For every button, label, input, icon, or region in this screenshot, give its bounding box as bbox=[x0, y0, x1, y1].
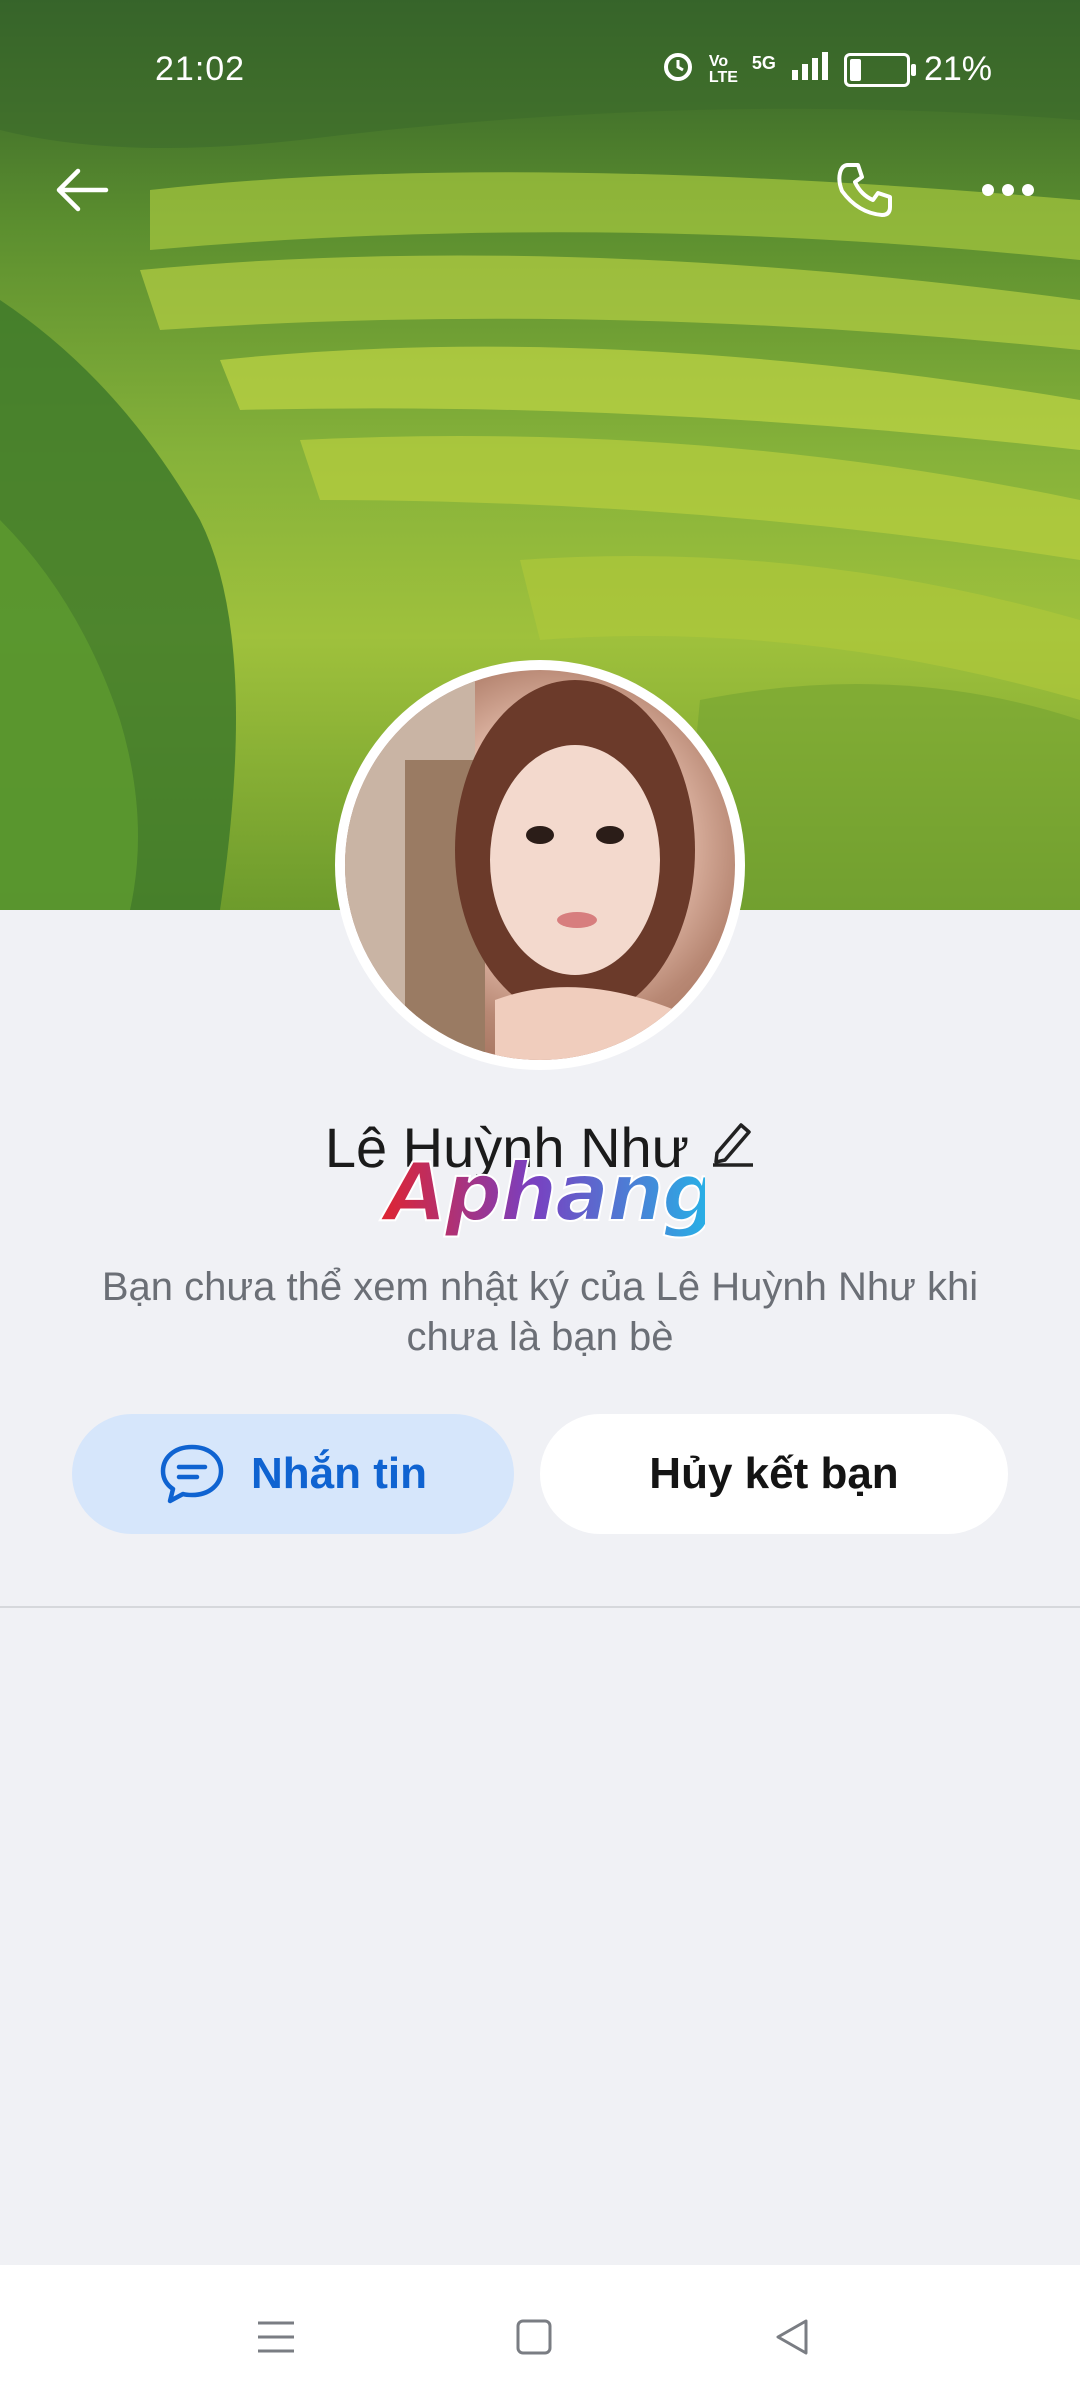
chat-bubble-icon bbox=[160, 1444, 224, 1504]
triangle-back-icon bbox=[776, 2319, 808, 2355]
avatar-frame[interactable] bbox=[335, 660, 745, 1070]
message-button-label: Nhắn tin bbox=[251, 1449, 427, 1498]
status-time: 21:02 bbox=[155, 50, 246, 88]
status-bar: 21:02 Vo LTE 5G 21% bbox=[0, 0, 1080, 140]
status-icons: Vo LTE 5G 21% bbox=[661, 48, 992, 91]
watermark-logo: Aphang bbox=[375, 1145, 720, 1248]
unfriend-button[interactable]: Hủy kết bạn bbox=[540, 1414, 1008, 1534]
menu-lines-icon bbox=[258, 2321, 294, 2353]
unfriend-button-label: Hủy kết bạn bbox=[649, 1449, 899, 1498]
battery-icon bbox=[843, 52, 916, 87]
volte-icon: Vo LTE bbox=[708, 52, 738, 86]
edit-alias-button[interactable] bbox=[711, 1115, 755, 1180]
privacy-notice: Bạn chưa thể xem nhật ký của Lê Huỳnh Nh… bbox=[101, 1265, 979, 1359]
signal-icon bbox=[790, 50, 830, 89]
back-button[interactable] bbox=[42, 150, 122, 230]
more-horizontal-icon bbox=[982, 184, 1034, 196]
phone-icon bbox=[837, 163, 892, 217]
system-navigation-bar bbox=[0, 2265, 1080, 2400]
avatar bbox=[345, 670, 735, 1060]
square-icon bbox=[516, 2319, 552, 2355]
avatar-photo bbox=[345, 670, 695, 1060]
arrow-left-icon bbox=[56, 168, 109, 212]
section-divider bbox=[0, 1606, 1080, 1608]
recent-apps-button[interactable] bbox=[246, 2307, 306, 2367]
alarm-icon bbox=[661, 48, 695, 91]
home-button[interactable] bbox=[504, 2307, 564, 2367]
call-button[interactable] bbox=[825, 150, 905, 230]
network-type: 5G bbox=[751, 53, 776, 73]
svg-text:Aphang: Aphang bbox=[379, 1148, 705, 1239]
more-options-button[interactable] bbox=[968, 150, 1048, 230]
system-back-button[interactable] bbox=[762, 2307, 822, 2367]
pencil-icon bbox=[713, 1123, 754, 1167]
battery-percent: 21% bbox=[923, 50, 992, 88]
message-button[interactable]: Nhắn tin bbox=[72, 1414, 514, 1534]
